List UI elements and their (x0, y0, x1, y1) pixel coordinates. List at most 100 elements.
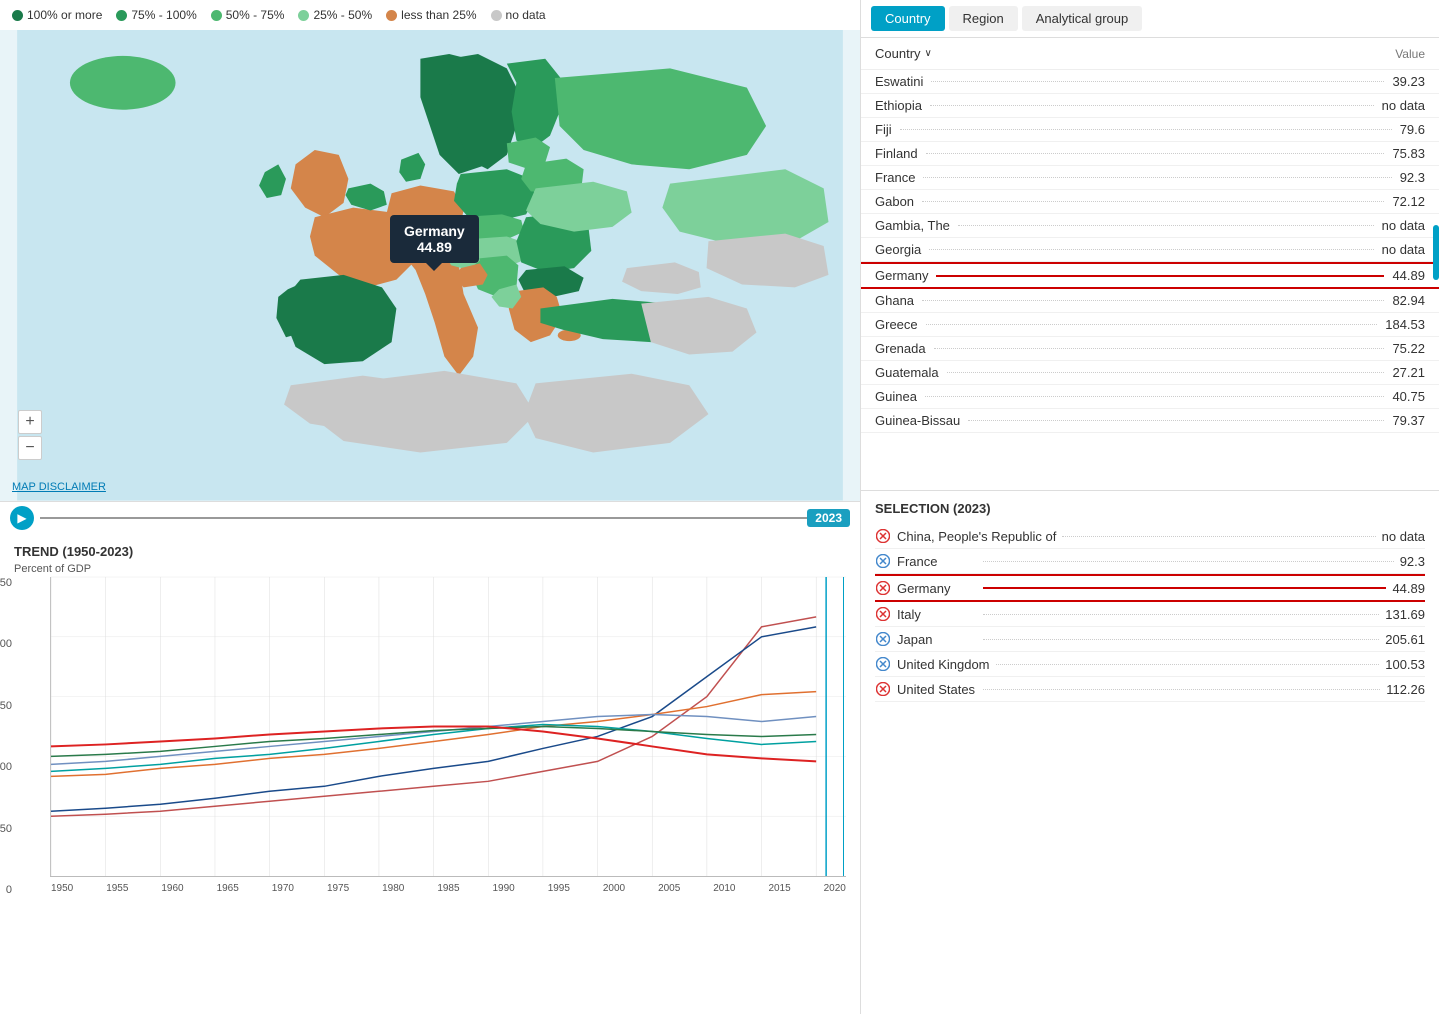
dots-fiji (900, 129, 1392, 130)
remove-france-button[interactable] (875, 553, 891, 569)
remove-germany-button[interactable] (875, 580, 891, 596)
scrollbar-thumb[interactable] (1433, 225, 1439, 280)
remove-uk-button[interactable] (875, 656, 891, 672)
tab-country[interactable]: Country (871, 6, 945, 31)
country-list-header: Country ∨ Value (861, 38, 1439, 70)
country-row-ghana[interactable]: Ghana 82.94 (861, 289, 1439, 313)
country-row-greece[interactable]: Greece 184.53 (861, 313, 1439, 337)
country-row-ethiopia[interactable]: Ethiopia no data (861, 94, 1439, 118)
timeline-area: ▶ 2023 (0, 501, 860, 534)
y-0: 0 (0, 884, 12, 896)
country-row-guinea-bissau[interactable]: Guinea-Bissau 79.37 (861, 409, 1439, 433)
sel-name-us: United States (897, 682, 977, 697)
legend-label-100: 100% or more (27, 8, 102, 22)
trend-area: TREND (1950-2023) Percent of GDP 250 200… (0, 534, 860, 1014)
zoom-out-button[interactable]: − (18, 436, 42, 460)
sel-value-uk: 100.53 (1385, 657, 1425, 672)
country-row-georgia[interactable]: Georgia no data (861, 238, 1439, 262)
x-circle-icon-italy (876, 607, 890, 621)
legend-item-less25: less than 25% (386, 8, 476, 22)
legend-dot-25 (298, 10, 309, 21)
country-name-grenada: Grenada (875, 341, 926, 356)
selection-title: SELECTION (2023) (875, 501, 1425, 516)
map-svg[interactable] (0, 30, 860, 501)
country-value-eswatini: 39.23 (1392, 74, 1425, 89)
country-row-germany[interactable]: Germany 44.89 (861, 262, 1439, 289)
remove-italy-button[interactable] (875, 606, 891, 622)
y-200: 200 (0, 638, 12, 650)
dots-greece (926, 324, 1378, 325)
country-row-guinea[interactable]: Guinea 40.75 (861, 385, 1439, 409)
sel-value-italy: 131.69 (1385, 607, 1425, 622)
sel-value-france: 92.3 (1400, 554, 1425, 569)
country-row-france[interactable]: France 92.3 (861, 166, 1439, 190)
dots-ghana (922, 300, 1384, 301)
dots-germany (936, 275, 1384, 277)
y-50: 50 (0, 823, 12, 835)
chevron-down-icon: ∨ (925, 48, 932, 59)
x-1975: 1975 (327, 883, 349, 894)
country-row-finland[interactable]: Finland 75.83 (861, 142, 1439, 166)
x-2015: 2015 (768, 883, 790, 894)
x-2000: 2000 (603, 883, 625, 894)
legend-item-25: 25% - 50% (298, 8, 372, 22)
sel-name-italy: Italy (897, 607, 977, 622)
country-row-guatemala[interactable]: Guatemala 27.21 (861, 361, 1439, 385)
x-1980: 1980 (382, 883, 404, 894)
trend-chart: 1950 1955 1960 1965 1970 1975 1980 1985 … (50, 577, 846, 877)
tabs: Country Region Analytical group (861, 0, 1439, 38)
legend-label-25: 25% - 50% (313, 8, 372, 22)
remove-us-button[interactable] (875, 681, 891, 697)
y-axis-label: Percent of GDP (14, 563, 846, 575)
country-row-eswatini[interactable]: Eswatini 39.23 (861, 70, 1439, 94)
remove-japan-button[interactable] (875, 631, 891, 647)
remove-china-button[interactable] (875, 528, 891, 544)
map-disclaimer-link[interactable]: MAP DISCLAIMER (12, 481, 106, 493)
country-value-fiji: 79.6 (1400, 122, 1425, 137)
country-value-gambia: no data (1382, 218, 1425, 233)
sel-dots-uk (996, 664, 1380, 665)
country-value-france: 92.3 (1400, 170, 1425, 185)
country-name-guinea: Guinea (875, 389, 917, 404)
country-row-grenada[interactable]: Grenada 75.22 (861, 337, 1439, 361)
country-name-france: France (875, 170, 915, 185)
country-row-gambia[interactable]: Gambia, The no data (861, 214, 1439, 238)
dots-eswatini (931, 81, 1384, 82)
legend-dot-50 (211, 10, 222, 21)
sel-dots-france (983, 561, 1394, 562)
left-panel: 100% or more 75% - 100% 50% - 75% 25% - … (0, 0, 860, 1014)
selection-row-germany: Germany 44.89 (875, 574, 1425, 602)
country-value-germany: 44.89 (1392, 268, 1425, 283)
sel-value-us: 112.26 (1386, 682, 1425, 697)
selection-row-italy: Italy 131.69 (875, 602, 1425, 627)
country-value-ghana: 82.94 (1392, 293, 1425, 308)
zoom-in-button[interactable]: + (18, 410, 42, 434)
x-1995: 1995 (548, 883, 570, 894)
play-icon: ▶ (17, 511, 26, 525)
map-controls: + − (18, 410, 42, 460)
country-dropdown[interactable]: Country ∨ (875, 46, 932, 61)
x-circle-icon-france (876, 554, 890, 568)
tab-analytical-group[interactable]: Analytical group (1022, 6, 1143, 31)
dots-finland (926, 153, 1385, 154)
tab-region[interactable]: Region (949, 6, 1018, 31)
legend-item-nodata: no data (491, 8, 546, 22)
dots-france (923, 177, 1391, 178)
sel-dots-japan (983, 639, 1379, 640)
timeline-track[interactable]: 2023 (40, 508, 850, 528)
x-2020: 2020 (824, 883, 846, 894)
chart-svg (51, 577, 846, 876)
sel-value-china: no data (1382, 529, 1425, 544)
country-row-fiji[interactable]: Fiji 79.6 (861, 118, 1439, 142)
country-row-gabon[interactable]: Gabon 72.12 (861, 190, 1439, 214)
x-1955: 1955 (106, 883, 128, 894)
legend-label-less25: less than 25% (401, 8, 476, 22)
country-name-eswatini: Eswatini (875, 74, 923, 89)
play-button[interactable]: ▶ (10, 506, 34, 530)
x-1970: 1970 (272, 883, 294, 894)
x-circle-icon-china (876, 529, 890, 543)
selection-row-france: France 92.3 (875, 549, 1425, 574)
country-value-gabon: 72.12 (1392, 194, 1425, 209)
legend-dot-less25 (386, 10, 397, 21)
timeline-year: 2023 (807, 509, 850, 527)
